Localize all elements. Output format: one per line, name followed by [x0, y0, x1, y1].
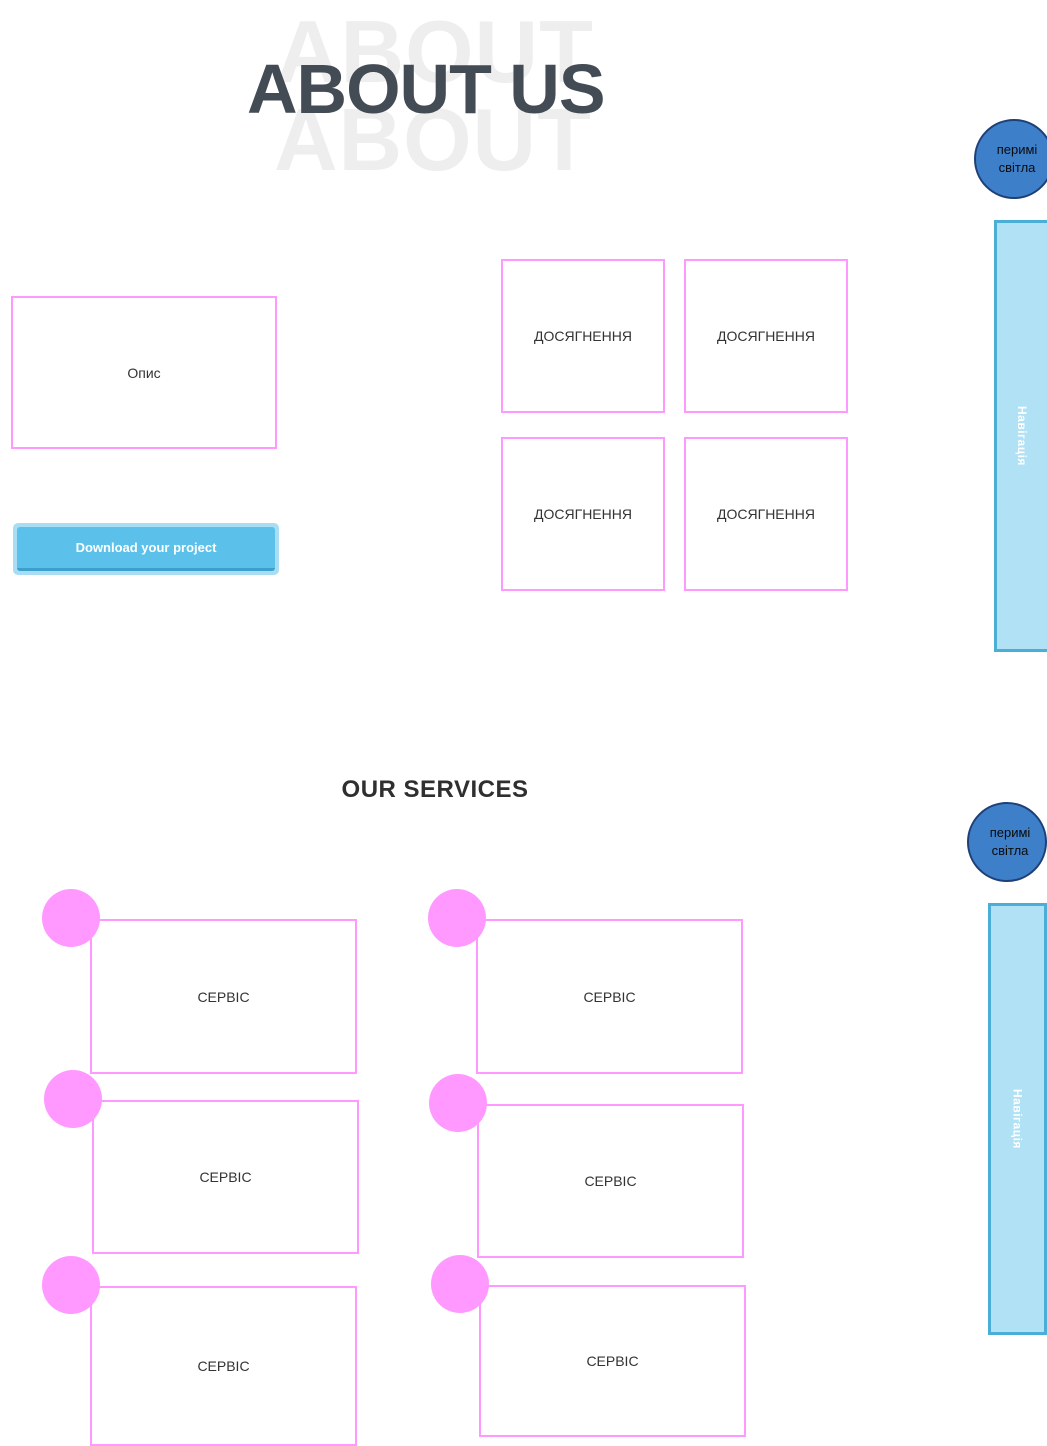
- description-box: Опис: [11, 296, 277, 449]
- service-circle-icon: [42, 889, 100, 947]
- theme-toggle-line1: перимі: [996, 142, 1038, 157]
- service-card: СЕРВІС: [476, 919, 743, 1074]
- service-card: СЕРВІС: [90, 1286, 357, 1446]
- theme-toggle-button[interactable]: перимі світла: [967, 802, 1047, 882]
- services-title: OUR SERVICES: [341, 776, 529, 803]
- service-circle-icon: [431, 1255, 489, 1313]
- service-card: СЕРВІС: [477, 1104, 744, 1258]
- navigation-sidebar[interactable]: Навігація: [994, 220, 1047, 652]
- service-label: СЕРВІС: [583, 988, 636, 1005]
- theme-toggle-line2: світла: [998, 160, 1036, 175]
- achievement-label: ДОСЯГНЕННЯ: [717, 506, 815, 522]
- navigation-sidebar[interactable]: Навігація: [988, 903, 1047, 1335]
- download-button[interactable]: Download your project: [13, 523, 279, 575]
- theme-toggle-button[interactable]: перимі світла: [974, 119, 1047, 199]
- service-circle-icon: [429, 1074, 487, 1132]
- service-label: СЕРВІС: [197, 988, 250, 1005]
- achievement-card: ДОСЯГНЕННЯ: [501, 437, 665, 591]
- achievement-card: ДОСЯГНЕННЯ: [684, 259, 848, 413]
- description-text: Опис: [127, 364, 161, 381]
- achievement-card: ДОСЯГНЕННЯ: [684, 437, 848, 591]
- service-label: СЕРВІС: [199, 1169, 252, 1185]
- service-card: СЕРВІС: [90, 919, 357, 1074]
- service-label: СЕРВІС: [197, 1358, 250, 1374]
- achievement-card: ДОСЯГНЕННЯ: [501, 259, 665, 413]
- service-card: СЕРВІС: [92, 1100, 359, 1254]
- service-label: СЕРВІС: [586, 1353, 639, 1369]
- achievement-label: ДОСЯГНЕННЯ: [534, 328, 632, 344]
- navigation-label: Навігація: [1015, 406, 1029, 466]
- service-circle-icon: [44, 1070, 102, 1128]
- achievement-label: ДОСЯГНЕННЯ: [534, 506, 632, 522]
- theme-toggle-line1: перимі: [989, 825, 1031, 840]
- service-circle-icon: [42, 1256, 100, 1314]
- achievement-label: ДОСЯГНЕННЯ: [717, 328, 815, 344]
- navigation-label: Навігація: [1010, 1089, 1025, 1149]
- service-card: СЕРВІС: [479, 1285, 746, 1437]
- page-title: ABOUT US: [247, 50, 606, 128]
- service-circle-icon: [428, 889, 486, 947]
- download-button-label[interactable]: Download your project: [17, 527, 275, 571]
- service-label: СЕРВІС: [584, 1173, 637, 1189]
- theme-toggle-line2: світла: [991, 843, 1029, 858]
